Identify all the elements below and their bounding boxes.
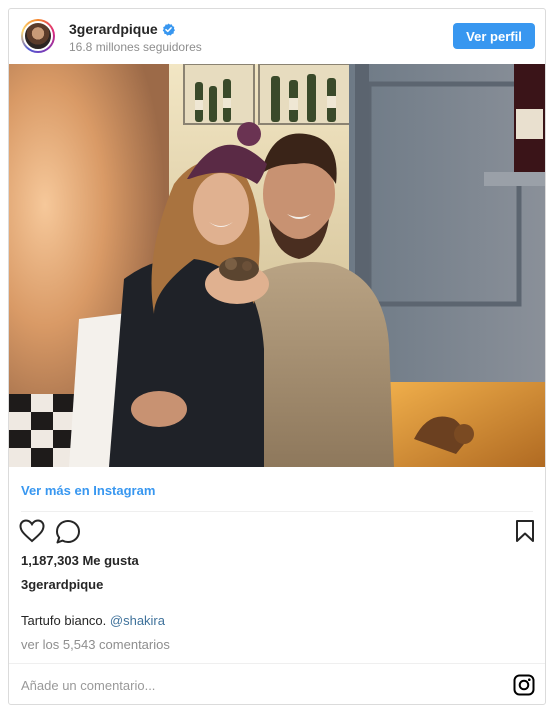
bookmark-icon[interactable] xyxy=(515,519,535,543)
heart-icon[interactable] xyxy=(19,519,45,543)
view-more-on-instagram-link[interactable]: Ver más en Instagram xyxy=(21,483,155,498)
verified-badge-icon xyxy=(162,22,175,36)
view-all-comments-link[interactable]: ver los 5,543 comentarios xyxy=(21,637,170,652)
comment-input[interactable] xyxy=(21,675,471,695)
post-photo[interactable] xyxy=(9,64,545,467)
username-row: 3gerardpique xyxy=(69,21,175,37)
comment-bubble-icon[interactable] xyxy=(55,519,81,545)
avatar[interactable] xyxy=(21,19,55,53)
post-header: 3gerardpique 16.8 millones seguidores Ve… xyxy=(9,9,545,64)
view-profile-button[interactable]: Ver perfil xyxy=(453,23,535,49)
post-owner-username[interactable]: 3gerardpique xyxy=(21,577,103,592)
likes-count[interactable]: 1,187,303 Me gusta xyxy=(21,553,139,568)
instagram-embed-card: 3gerardpique 16.8 millones seguidores Ve… xyxy=(8,8,546,705)
divider xyxy=(9,663,545,664)
avatar-image xyxy=(23,21,53,51)
instagram-icon[interactable] xyxy=(513,674,535,696)
post-caption: Tartufo bianco. @shakira xyxy=(21,613,165,628)
caption-mention-link[interactable]: @shakira xyxy=(110,613,165,628)
username-link[interactable]: 3gerardpique xyxy=(69,21,158,37)
caption-text: Tartufo bianco. xyxy=(21,613,110,628)
followers-count: 16.8 millones seguidores xyxy=(69,40,202,54)
post-image xyxy=(9,64,545,467)
divider xyxy=(21,511,533,512)
